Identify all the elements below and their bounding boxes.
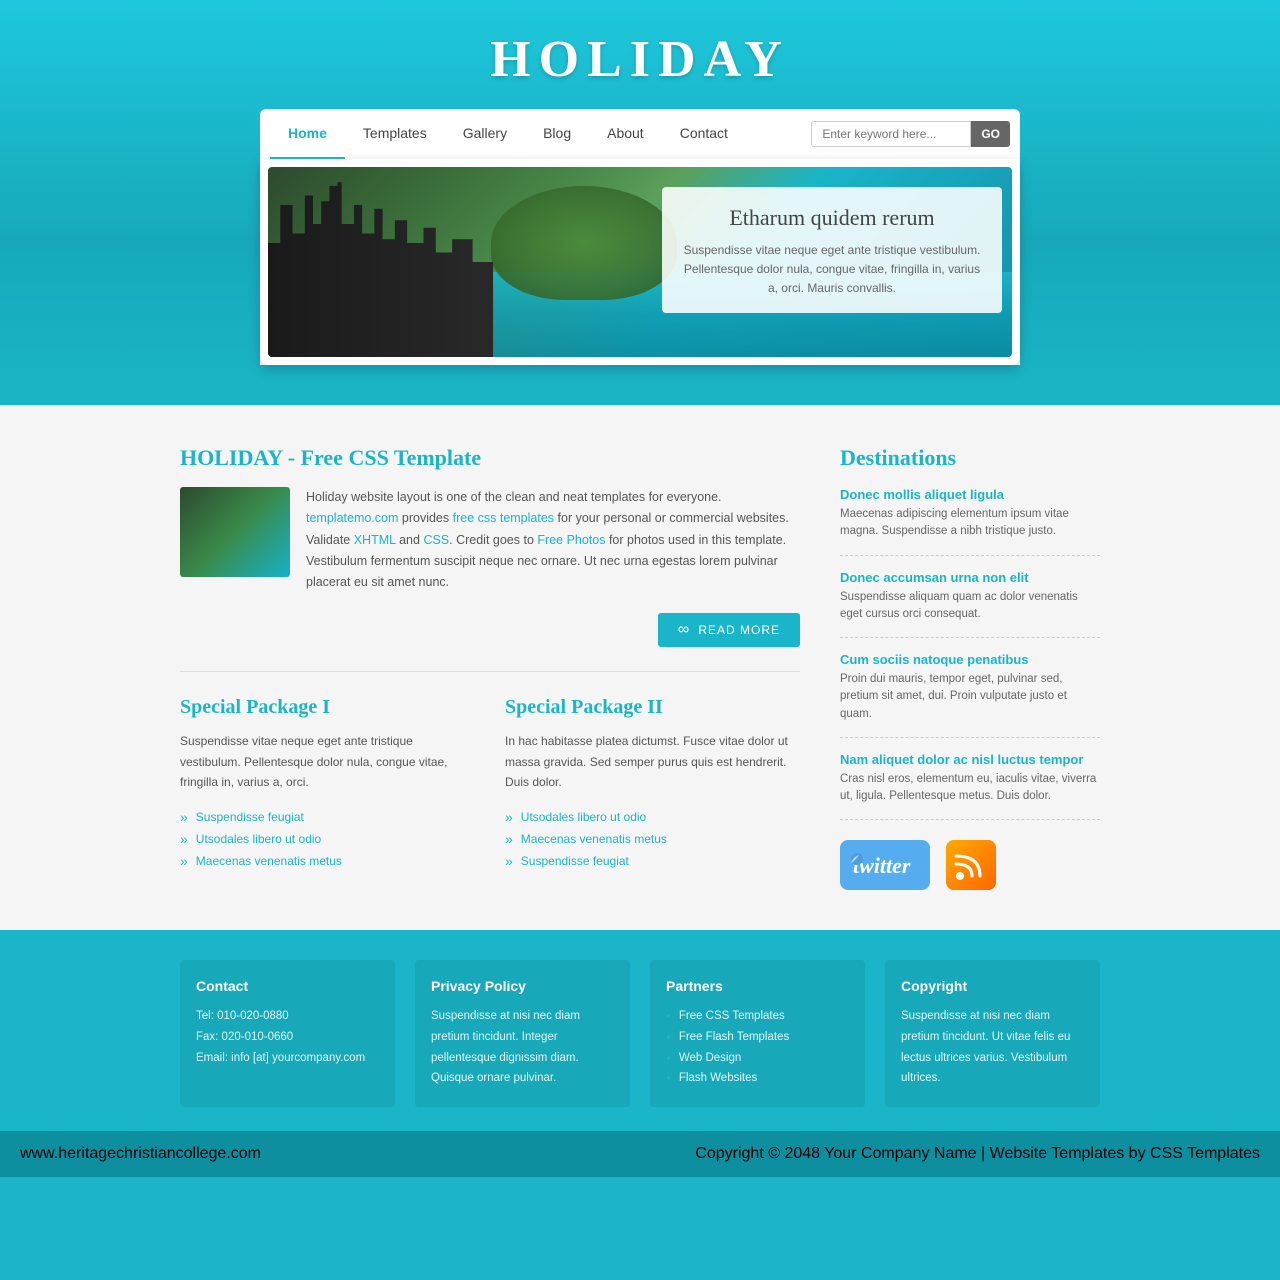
nav-bar: Home Templates Gallery Blog About Contac…	[260, 109, 1020, 159]
dest-item-1: Donec mollis aliquet ligula Maecenas adi…	[840, 487, 1100, 556]
package-2-title: Special Package II	[505, 696, 800, 719]
pkg1-item-2[interactable]: Utsodales libero ut odio	[180, 828, 475, 850]
footer-site-url: www.heritagechristiancollege.com	[20, 1145, 261, 1163]
footer-col-contact: Contact Tel: 010-020-0880 Fax: 020-010-0…	[180, 960, 395, 1107]
read-more-button[interactable]: READ MORE	[658, 613, 800, 647]
intro-text: Holiday website layout is one of the cle…	[306, 487, 800, 593]
nav-links: Home Templates Gallery Blog About Contac…	[270, 109, 811, 159]
top-section: HOLIDAY Home Templates Gallery Blog Abou…	[0, 0, 1280, 405]
package-2: Special Package II In hac habitasse plat…	[505, 696, 800, 872]
footer-fax: Fax: 020-010-0660	[196, 1027, 379, 1048]
site-title: HOLIDAY	[0, 30, 1280, 89]
hero-description: Suspendisse vitae neque eget ante tristi…	[682, 241, 982, 299]
footer-privacy-text: Suspendisse at nisi nec diam pretium tin…	[431, 1006, 614, 1089]
dest-item-4: Nam aliquet dolor ac nisl luctus tempor …	[840, 752, 1100, 821]
footer-col-privacy: Privacy Policy Suspendisse at nisi nec d…	[415, 960, 630, 1107]
packages-row: Special Package I Suspendisse vitae nequ…	[180, 696, 800, 872]
pkg1-item-3[interactable]: Maecenas venenatis metus	[180, 850, 475, 872]
divider	[180, 671, 800, 672]
content-inner: HOLIDAY - Free CSS Template Holiday webs…	[180, 445, 1100, 890]
nav-contact[interactable]: Contact	[662, 109, 746, 159]
footer-privacy-title: Privacy Policy	[431, 978, 614, 994]
xhtml-link[interactable]: XHTML	[354, 533, 396, 547]
content-right: Destinations Donec mollis aliquet ligula…	[840, 445, 1100, 890]
nav-templates[interactable]: Templates	[345, 109, 445, 159]
dest-desc-1: Maecenas adipiscing elementum ipsum vita…	[840, 506, 1100, 541]
footer-link-css-templates[interactable]: Free CSS Templates	[679, 1006, 785, 1027]
package-2-text: In hac habitasse platea dictumst. Fusce …	[505, 731, 800, 792]
dest-desc-4: Cras nisl eros, elementum eu, iaculis vi…	[840, 771, 1100, 806]
footer-css-templates-link[interactable]: CSS Templates	[1150, 1145, 1260, 1162]
dest-link-2[interactable]: Donec accumsan urna non elit	[840, 570, 1100, 585]
footer-col-partners: Partners Free CSS Templates Free Flash T…	[650, 960, 865, 1107]
hero-wrapper: Etharum quidem rerum Suspendisse vitae n…	[260, 159, 1020, 365]
social-icons: twitter	[840, 840, 1100, 890]
dest-desc-3: Proin dui mauris, tempor eget, pulvinar …	[840, 671, 1100, 723]
pkg2-item-2[interactable]: Maecenas venenatis metus	[505, 828, 800, 850]
section-title: HOLIDAY - Free CSS Template	[180, 445, 800, 471]
dest-item-2: Donec accumsan urna non elit Suspendisse…	[840, 570, 1100, 639]
footer-inner: Contact Tel: 010-020-0880 Fax: 020-010-0…	[180, 960, 1100, 1131]
free-photos-link[interactable]: Free Photos	[537, 533, 605, 547]
content-left: HOLIDAY - Free CSS Template Holiday webs…	[180, 445, 800, 890]
footer-sep1: |	[981, 1145, 990, 1162]
footer-link-flash-templates[interactable]: Free Flash Templates	[679, 1027, 789, 1048]
hero-text-box: Etharum quidem rerum Suspendisse vitae n…	[662, 187, 1002, 313]
hero-heading: Etharum quidem rerum	[682, 205, 982, 231]
package-1-list: Suspendisse feugiat Utsodales libero ut …	[180, 806, 475, 872]
rss-icon[interactable]	[946, 840, 996, 890]
package-2-list: Utsodales libero ut odio Maecenas venena…	[505, 806, 800, 872]
nav-home[interactable]: Home	[270, 109, 345, 159]
footer-copyright-year: Copyright © 2048	[695, 1145, 820, 1162]
dest-desc-2: Suspendisse aliquam quam ac dolor venena…	[840, 589, 1100, 624]
trees-bg	[491, 186, 677, 300]
footer-partners-title: Partners	[666, 978, 849, 994]
free-css-link[interactable]: free css templates	[453, 511, 554, 525]
templatemo-link[interactable]: templatemo.com	[306, 511, 398, 525]
search-button[interactable]: GO	[971, 121, 1010, 147]
dest-link-3[interactable]: Cum sociis natoque penatibus	[840, 652, 1100, 667]
footer-col-copyright: Copyright Suspendisse at nisi nec diam p…	[885, 960, 1100, 1107]
footer-website-templates-link[interactable]: Website Templates	[990, 1145, 1125, 1162]
footer-link-web-design[interactable]: Web Design	[679, 1048, 741, 1069]
intro-block: Holiday website layout is one of the cle…	[180, 487, 800, 593]
search-input[interactable]	[811, 121, 971, 147]
pkg2-item-1[interactable]: Utsodales libero ut odio	[505, 806, 800, 828]
footer-company-link[interactable]: Your Company Name	[824, 1145, 976, 1162]
nav-search: GO	[811, 121, 1010, 147]
footer-link-flash-websites[interactable]: Flash Websites	[679, 1068, 757, 1089]
footer-copyright-text: Suspendisse at nisi nec diam pretium tin…	[901, 1006, 1084, 1089]
footer-sep2: by	[1129, 1145, 1150, 1162]
footer-bottom: www.heritagechristiancollege.com Copyrig…	[0, 1131, 1280, 1177]
pkg1-item-1[interactable]: Suspendisse feugiat	[180, 806, 475, 828]
twitter-icon[interactable]: twitter	[840, 840, 930, 890]
nav-about[interactable]: About	[589, 109, 662, 159]
footer-email: Email: info [at] yourcompany.com	[196, 1048, 379, 1069]
footer-contact-title: Contact	[196, 978, 379, 994]
destinations-title: Destinations	[840, 445, 1100, 471]
footer-bottom-right: Copyright © 2048 Your Company Name | Web…	[695, 1145, 1260, 1163]
nav-container: Home Templates Gallery Blog About Contac…	[260, 109, 1020, 365]
dest-link-1[interactable]: Donec mollis aliquet ligula	[840, 487, 1100, 502]
package-1-title: Special Package I	[180, 696, 475, 719]
nav-gallery[interactable]: Gallery	[445, 109, 525, 159]
css-link[interactable]: CSS	[423, 533, 449, 547]
intro-image	[180, 487, 290, 577]
hero-image: Etharum quidem rerum Suspendisse vitae n…	[268, 167, 1012, 357]
dest-item-3: Cum sociis natoque penatibus Proin dui m…	[840, 652, 1100, 738]
read-more-container: READ MORE	[180, 613, 800, 647]
package-1-text: Suspendisse vitae neque eget ante tristi…	[180, 731, 475, 792]
nav-blog[interactable]: Blog	[525, 109, 589, 159]
footer: Contact Tel: 010-020-0880 Fax: 020-010-0…	[0, 930, 1280, 1177]
dest-link-4[interactable]: Nam aliquet dolor ac nisl luctus tempor	[840, 752, 1100, 767]
pkg2-item-3[interactable]: Suspendisse feugiat	[505, 850, 800, 872]
footer-copyright-title: Copyright	[901, 978, 1084, 994]
footer-tel: Tel: 010-020-0880	[196, 1006, 379, 1027]
footer-partners-list: Free CSS Templates Free Flash Templates …	[666, 1006, 849, 1089]
package-1: Special Package I Suspendisse vitae nequ…	[180, 696, 475, 872]
main-content: HOLIDAY - Free CSS Template Holiday webs…	[0, 405, 1280, 930]
